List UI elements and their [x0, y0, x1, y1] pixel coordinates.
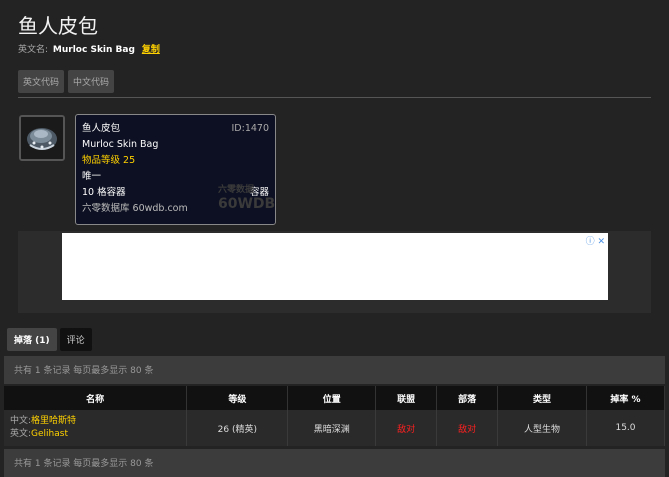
tooltip-item-level: 物品等级 25 [82, 155, 136, 166]
horde-cell: 敌对 [436, 410, 499, 446]
col-rate[interactable]: 掉率 % [586, 386, 665, 410]
tab-comments[interactable]: 评论 [59, 328, 92, 351]
col-horde[interactable]: 部落 [436, 386, 499, 410]
divider [18, 97, 651, 98]
col-type[interactable]: 类型 [497, 386, 587, 410]
item-tooltip: 鱼人皮包 ID:1470 Murloc Skin Bag 物品等级 25 唯一 … [75, 114, 276, 225]
tooltip-name-cn: 鱼人皮包 [82, 123, 121, 134]
tab-drops[interactable]: 掉落 (1) [7, 328, 57, 351]
page-title: 鱼人皮包 [18, 14, 98, 38]
col-location[interactable]: 位置 [287, 386, 377, 410]
tab-bar: 掉落 (1) 评论 [7, 328, 92, 351]
table-row: 中文:格里哈斯特 英文:Gelihast 26 (精英) 黑暗深渊 敌对 敌对 … [4, 410, 665, 446]
record-summary-bottom: 共有 1 条记录 每页最多显示 80 条 [4, 449, 665, 477]
ad-banner[interactable]: ⓘ ✕ [62, 233, 608, 300]
rate-cell: 15.0 [586, 410, 665, 446]
tooltip-name-en: Murloc Skin Bag [82, 139, 159, 150]
col-name[interactable]: 名称 [4, 386, 188, 410]
location-cell: 黑暗深渊 [287, 410, 377, 446]
cn-label: 中文: [10, 416, 32, 426]
col-level[interactable]: 等级 [186, 386, 289, 410]
watermark: 六零数据 60WDB [218, 183, 275, 211]
watermark-top: 六零数据 [218, 185, 255, 195]
code-button-row: 英文代码 中文代码 [18, 70, 115, 93]
alliance-cell: 敌对 [375, 410, 438, 446]
ad-area: ⓘ ✕ [18, 231, 651, 313]
npc-name-cell: 中文:格里哈斯特 英文:Gelihast [4, 410, 188, 446]
chinese-code-button[interactable]: 中文代码 [68, 70, 115, 93]
english-code-button[interactable]: 英文代码 [18, 70, 65, 93]
type-cell: 人型生物 [497, 410, 587, 446]
drop-table: 名称 等级 位置 联盟 部落 类型 掉率 % 中文:格里哈斯特 英文:Gelih… [4, 386, 665, 446]
tooltip-id: ID:1470 [231, 123, 270, 134]
npc-name-en-link[interactable]: Gelihast [31, 429, 68, 439]
npc-name-cn-link[interactable]: 格里哈斯特 [31, 416, 76, 426]
english-name-value: Murloc Skin Bag [52, 45, 135, 55]
copy-link[interactable]: 复制 [142, 45, 160, 55]
watermark-bottom: 60WDB [218, 196, 276, 212]
record-summary-top: 共有 1 条记录 每页最多显示 80 条 [4, 356, 665, 384]
en-label: 英文: [10, 429, 32, 439]
ad-info-close-icon[interactable]: ⓘ ✕ [586, 234, 605, 247]
tooltip-slots: 10 格容器 [82, 187, 126, 198]
english-name-label: 英文名: [18, 45, 49, 55]
english-name-row: 英文名: Murloc Skin Bag 复制 [18, 42, 160, 55]
bag-icon[interactable] [19, 115, 65, 161]
level-cell: 26 (精英) [186, 410, 289, 446]
col-alliance[interactable]: 联盟 [375, 386, 438, 410]
